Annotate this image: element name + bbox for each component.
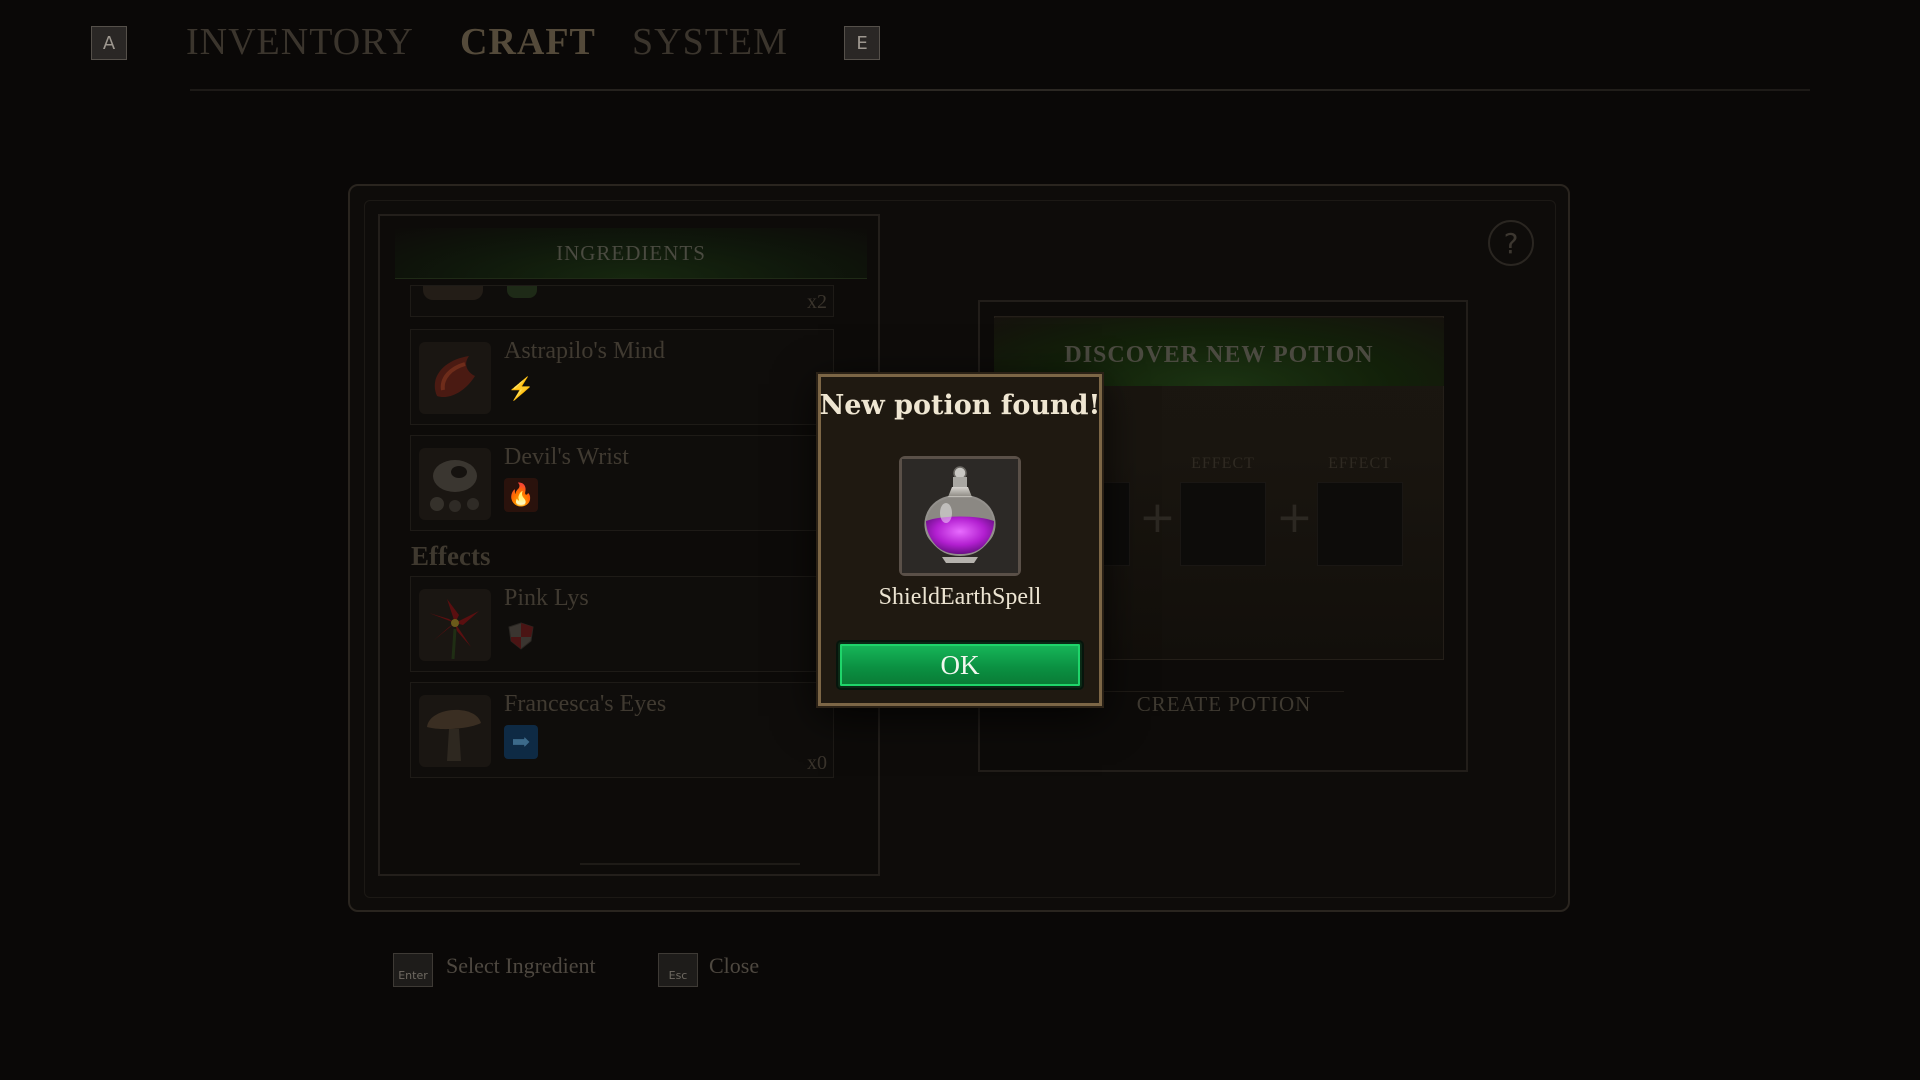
esc-key: Esc xyxy=(658,953,698,987)
fire-icon: 🔥 xyxy=(504,478,538,512)
ingredient-thumb xyxy=(419,342,491,414)
ingredients-scroll-indicator xyxy=(580,863,800,865)
plus-icon: + xyxy=(1276,492,1313,543)
effect-slot-1[interactable] xyxy=(1180,482,1266,566)
ingredient-name: Devil's Wrist xyxy=(504,444,629,470)
effect-slot-2[interactable] xyxy=(1317,482,1403,566)
ok-button[interactable]: OK xyxy=(838,642,1082,688)
ingredient-qty: x0 xyxy=(807,752,827,774)
ingredient-thumb xyxy=(419,695,491,767)
ingredient-name: Francesca's Eyes xyxy=(504,691,667,717)
prev-tab-key[interactable]: A xyxy=(91,26,127,60)
help-button[interactable]: ? xyxy=(1488,220,1534,266)
hint-close[interactable]: Close xyxy=(709,953,759,979)
ingredients-title: INGREDIENTS xyxy=(556,241,706,265)
ingredient-item[interactable]: x2 xyxy=(410,285,834,317)
slot-label: EFFECT xyxy=(1191,455,1255,472)
ingredient-name: Pink Lys xyxy=(504,585,589,611)
leaf-icon xyxy=(507,286,537,298)
dialog-title: New potion found! xyxy=(819,390,1101,421)
shield-icon xyxy=(504,619,538,653)
plus-icon: + xyxy=(1139,492,1176,543)
ingredient-qty: x2 xyxy=(807,291,827,313)
purple-potion-icon xyxy=(902,459,1018,573)
create-potion-button[interactable]: CREATE POTION xyxy=(1104,691,1344,728)
effect-item-francescas-eyes[interactable]: Francesca's Eyes ➡ x0 xyxy=(410,682,834,778)
potion-image-frame xyxy=(899,456,1021,576)
tab-craft[interactable]: CRAFT xyxy=(460,20,596,64)
tab-inventory[interactable]: INVENTORY xyxy=(186,20,414,64)
ingredient-thumb xyxy=(423,286,483,300)
ingredient-name: Astrapilo's Mind xyxy=(504,338,665,364)
hint-select-ingredient: Select Ingredient xyxy=(446,953,596,978)
ingredient-item-devils-wrist[interactable]: Devil's Wrist 🔥 x xyxy=(410,435,834,531)
lightning-icon: ⚡ xyxy=(507,376,535,402)
potion-name: ShieldEarthSpell xyxy=(878,584,1042,610)
next-tab-key[interactable]: E xyxy=(844,26,880,60)
nav-divider xyxy=(190,89,1810,91)
slot-label: EFFECT xyxy=(1328,455,1392,472)
enter-key: Enter xyxy=(393,953,433,987)
ingredient-item-astrapilos-mind[interactable]: Astrapilo's Mind ⚡ x xyxy=(410,329,834,425)
effects-section-title: Effects xyxy=(411,541,491,571)
ingredient-thumb xyxy=(419,589,491,661)
arrow-right-icon: ➡ xyxy=(504,725,538,759)
discover-title: DISCOVER NEW POTION xyxy=(1064,342,1374,368)
ingredient-thumb xyxy=(419,448,491,520)
tab-system[interactable]: SYSTEM xyxy=(632,20,788,64)
effect-item-pink-lys[interactable]: Pink Lys x xyxy=(410,576,834,672)
